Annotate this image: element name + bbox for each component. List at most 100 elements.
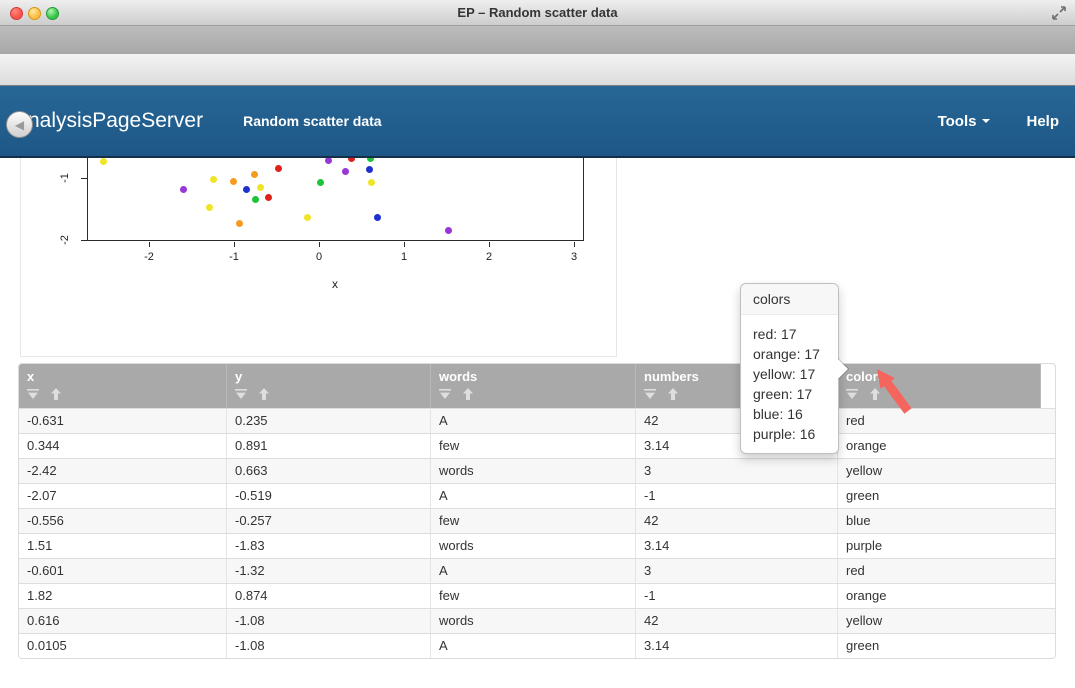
cell-x: 0.0105 [19,634,227,658]
table-row: -2.07 -0.519 A -1 green [19,483,1055,508]
cell-y: -1.32 [227,559,431,583]
scatter-point [210,176,217,183]
cell-x: 0.344 [19,434,227,458]
cell-words: words [431,609,636,633]
cell-y: -1.08 [227,634,431,658]
cell-words: few [431,509,636,533]
sort-up-icon[interactable] [258,388,270,400]
x-tick-label: -2 [134,251,164,263]
cell-y: -1.08 [227,609,431,633]
x-tick-mark [574,242,575,247]
popover-item-red: red: 17 [753,324,826,344]
filter-icon[interactable] [644,389,656,400]
column-header-label: y [235,369,430,384]
app-navbar: AnalysisPageServer Random scatter data T… [0,86,1075,158]
scatter-point [374,214,381,221]
scatter-point [304,214,311,221]
popover-item-blue: blue: 16 [753,404,826,424]
plot-axes-box [87,158,584,241]
table-row: 0.344 0.891 few 3.14 orange [19,433,1055,458]
y-tick-label: -2 [59,229,73,251]
browser-window: EP – Random scatter data EP – Random sca… [0,0,1075,688]
cell-x: 1.82 [19,584,227,608]
cell-words: A [431,559,636,583]
cell-x: 1.51 [19,534,227,558]
cell-x: -0.556 [19,509,227,533]
cell-y: -1.83 [227,534,431,558]
table-scroll-gutter [1041,364,1055,408]
cell-numbers: 3.14 [636,534,838,558]
cell-colors: yellow [838,459,1055,483]
table-body: -0.631 0.235 A 42 red 0.344 0.891 few 3.… [19,408,1055,658]
sort-up-icon[interactable] [50,388,62,400]
tools-menu[interactable]: Tools [938,113,991,130]
cell-words: A [431,409,636,433]
cell-x: -2.07 [19,484,227,508]
x-tick-label: 3 [559,251,589,263]
column-header-words[interactable]: words [431,364,636,408]
scatter-point [445,227,452,234]
cell-x: 0.616 [19,609,227,633]
sort-up-icon[interactable] [462,388,474,400]
scatter-point [230,178,237,185]
filter-icon[interactable] [27,389,39,400]
popover-item-orange: orange: 17 [753,344,826,364]
cell-y: 0.235 [227,409,431,433]
y-tick-label: -1 [59,167,73,189]
window-titlebar: EP – Random scatter data [0,0,1075,26]
filter-icon[interactable] [235,389,247,400]
table-row: 0.0105 -1.08 A 3.14 green [19,633,1055,658]
table-row: 1.51 -1.83 words 3.14 purple [19,533,1055,558]
fullscreen-resize-icon[interactable] [1051,5,1067,21]
app-brand[interactable]: AnalysisPageServer [14,109,203,133]
scatter-point [367,158,374,162]
back-button[interactable]: ◀ [6,111,33,138]
colors-popover: colors red: 17orange: 17yellow: 17green:… [740,283,839,454]
column-header-x[interactable]: x [19,364,227,408]
filter-icon[interactable] [439,389,451,400]
cell-numbers: 3 [636,559,838,583]
cell-y: 0.663 [227,459,431,483]
cell-colors: orange [838,584,1055,608]
scatter-point [275,165,282,172]
cell-x: -0.601 [19,559,227,583]
x-tick-mark [489,242,490,247]
column-header-label: x [27,369,226,384]
cell-words: words [431,534,636,558]
table-row: -2.42 0.663 words 3 yellow [19,458,1055,483]
scatter-point [206,204,213,211]
x-axis-title: x [320,277,350,291]
sort-up-icon[interactable] [667,388,679,400]
x-tick-label: 0 [304,251,334,263]
navigation-toolbar: ◀ ↻ g Google [0,54,1075,86]
help-link[interactable]: Help [1026,113,1059,130]
table-row: -0.601 -1.32 A 3 red [19,558,1055,583]
caret-down-icon [982,119,990,123]
window-title: EP – Random scatter data [0,5,1075,20]
scatter-point [257,184,264,191]
cell-words: few [431,584,636,608]
cell-numbers: 3 [636,459,838,483]
cell-colors: yellow [838,609,1055,633]
scatter-point [342,168,349,175]
cell-colors: orange [838,434,1055,458]
popover-item-yellow: yellow: 17 [753,364,826,384]
tab-bar: EP – Random scatter data + [0,26,1075,54]
cell-y: 0.891 [227,434,431,458]
table-row: 0.616 -1.08 words 42 yellow [19,608,1055,633]
popover-item-green: green: 17 [753,384,826,404]
cell-words: few [431,434,636,458]
cell-colors: green [838,484,1055,508]
navbar-right: Tools Help [938,113,1059,130]
cell-numbers: 3.14 [636,634,838,658]
cell-numbers: 42 [636,509,838,533]
scatter-point [100,158,107,165]
popover-arrow [838,358,849,380]
scatter-point [243,186,250,193]
cell-y: -0.257 [227,509,431,533]
column-header-y[interactable]: y [227,364,431,408]
cell-y: -0.519 [227,484,431,508]
scatter-point [252,196,259,203]
nav-item-random-scatter-data[interactable]: Random scatter data [243,113,381,129]
cell-numbers: 42 [636,609,838,633]
